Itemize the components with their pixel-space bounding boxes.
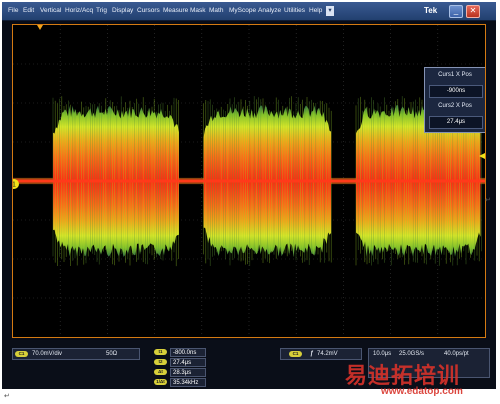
- waveform-display[interactable]: 1 Curs1 X Pos -900ns Curs2 X Pos 27.4μs: [12, 24, 486, 338]
- delta-t-badge: Δt: [154, 369, 167, 375]
- trigger-source-badge: C1: [289, 351, 302, 357]
- menu-measure[interactable]: Measure: [163, 2, 188, 20]
- cursor-t2-row: t2 27.4μs: [150, 358, 210, 367]
- paragraph-return-icon: ↵: [485, 197, 491, 204]
- rising-edge-icon: ƒ: [310, 351, 314, 357]
- tek-logo: Tek: [424, 6, 438, 15]
- sample-rate: 25.0GS/s: [399, 351, 425, 357]
- inverse-delta-t-badge: 1/Δt: [154, 379, 167, 385]
- menu-analyze[interactable]: Analyze: [258, 2, 281, 20]
- status-bar: C1 70.0mV/div 50Ω t1 -800.0ns t2 27.4μs …: [2, 340, 496, 389]
- waveform-plot: 1: [13, 25, 485, 337]
- menu-file[interactable]: File: [8, 2, 18, 20]
- menu-vertical[interactable]: Vertical: [40, 2, 61, 20]
- menu-trig[interactable]: Trig: [96, 2, 107, 20]
- paragraph-return-icon: ↵: [4, 393, 10, 400]
- cursor-readout[interactable]: t1 -800.0ns t2 27.4μs Δt 28.3μs 1/Δt 35.…: [150, 348, 270, 388]
- curs2-label: Curs2 X Pos: [438, 103, 472, 109]
- record-resolution: 40.0ps/pt: [444, 351, 469, 357]
- channel-1-badge: C1: [15, 351, 28, 357]
- menu-math[interactable]: Math: [209, 2, 223, 20]
- oscilloscope-app: File Edit Vertical Horiz/Acq Trig Displa…: [2, 2, 496, 389]
- horizontal-scale: 10.0μs: [373, 351, 392, 357]
- trigger-readout[interactable]: C1 ƒ 74.2mV: [280, 348, 362, 360]
- curs1-value-field[interactable]: -900ns: [429, 85, 483, 98]
- trigger-level: 74.2mV: [317, 351, 338, 357]
- t2-value: 27.4μs: [170, 358, 206, 367]
- channel-1-termination: 50Ω: [106, 351, 118, 357]
- cursor-freq-row: 1/Δt 35.34kHz: [150, 378, 210, 387]
- menu-help[interactable]: Help: [309, 2, 322, 20]
- menu-cursors[interactable]: Cursors: [137, 2, 160, 20]
- menu-utilities[interactable]: Utilities: [284, 2, 305, 20]
- cursor-delta-row: Δt 28.3μs: [150, 368, 210, 377]
- trigger-position-marker: [37, 25, 43, 30]
- menu-myscope[interactable]: MyScope: [229, 2, 256, 20]
- menu-mask[interactable]: Mask: [190, 2, 206, 20]
- minimize-button[interactable]: _: [449, 5, 463, 18]
- t1-value: -800.0ns: [170, 348, 206, 357]
- t1-badge: t1: [154, 349, 167, 355]
- menu-display[interactable]: Display: [112, 2, 133, 20]
- help-dropdown-icon[interactable]: ▾: [326, 6, 334, 16]
- cursor-position-panel[interactable]: Curs1 X Pos -900ns Curs2 X Pos 27.4μs: [424, 67, 485, 133]
- menu-bar: File Edit Vertical Horiz/Acq Trig Displa…: [2, 2, 496, 21]
- svg-text:1: 1: [13, 182, 16, 189]
- cursor-t1-row: t1 -800.0ns: [150, 348, 210, 357]
- curs1-label: Curs1 X Pos: [438, 72, 472, 78]
- close-button[interactable]: ✕: [466, 5, 480, 18]
- channel-1-readout[interactable]: C1 70.0mV/div 50Ω: [12, 348, 140, 360]
- channel-1-scale: 70.0mV/div: [32, 351, 63, 357]
- t2-badge: t2: [154, 359, 167, 365]
- delta-t-value: 28.3μs: [170, 368, 206, 377]
- inverse-delta-t-value: 35.34kHz: [170, 378, 206, 387]
- horizontal-readout[interactable]: 10.0μs 25.0GS/s 40.0ps/pt: [368, 348, 490, 378]
- curs2-value-field[interactable]: 27.4μs: [429, 116, 483, 129]
- menu-edit[interactable]: Edit: [23, 2, 34, 20]
- menu-horiz-acq[interactable]: Horiz/Acq: [65, 2, 93, 20]
